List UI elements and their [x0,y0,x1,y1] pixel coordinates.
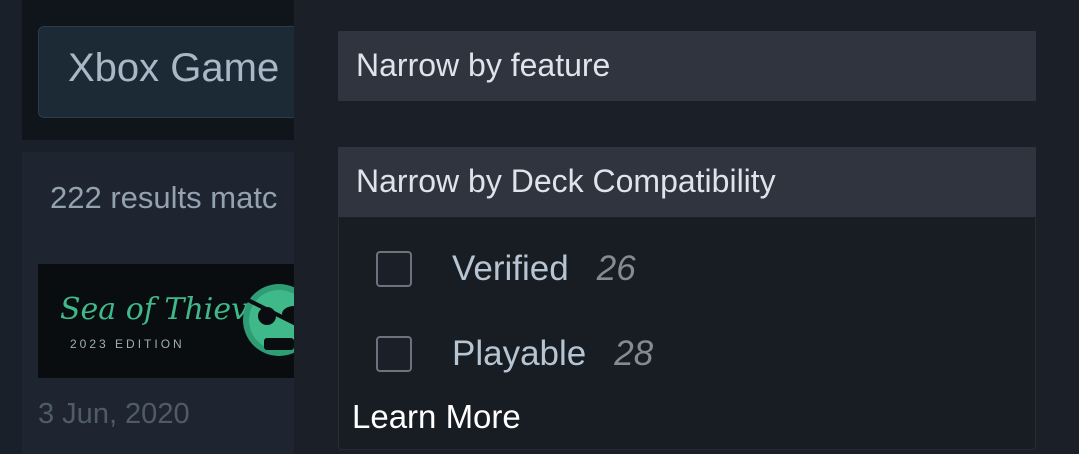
narrow-by-feature-header[interactable]: Narrow by feature [338,31,1036,101]
game-thumbnail[interactable]: Sea of Thieves 2023 EDITION [38,264,300,378]
option-count: 28 [614,334,654,373]
narrow-by-deck-header[interactable]: Narrow by Deck Compatibility [338,147,1036,217]
option-label: Playable [452,334,587,373]
narrow-by-feature-label: Narrow by feature [356,47,611,83]
narrow-by-deck-label: Narrow by Deck Compatibility [356,163,776,199]
verified-checkbox[interactable] [376,251,412,287]
filter-option-playable[interactable]: Playable 28 [376,334,653,374]
playable-checkbox[interactable] [376,336,412,372]
learn-more-link[interactable]: Learn More [352,398,521,436]
option-label: Verified [452,249,569,288]
skull-logo-icon [243,284,300,356]
search-input-value: Xbox Game [68,46,280,90]
release-date: 3 Jun, 2020 [38,398,190,430]
results-count: 222 results matc [50,180,278,215]
filter-option-verified[interactable]: Verified 26 [376,249,636,289]
option-count: 26 [596,249,636,288]
game-edition-text: 2023 EDITION [70,337,185,351]
